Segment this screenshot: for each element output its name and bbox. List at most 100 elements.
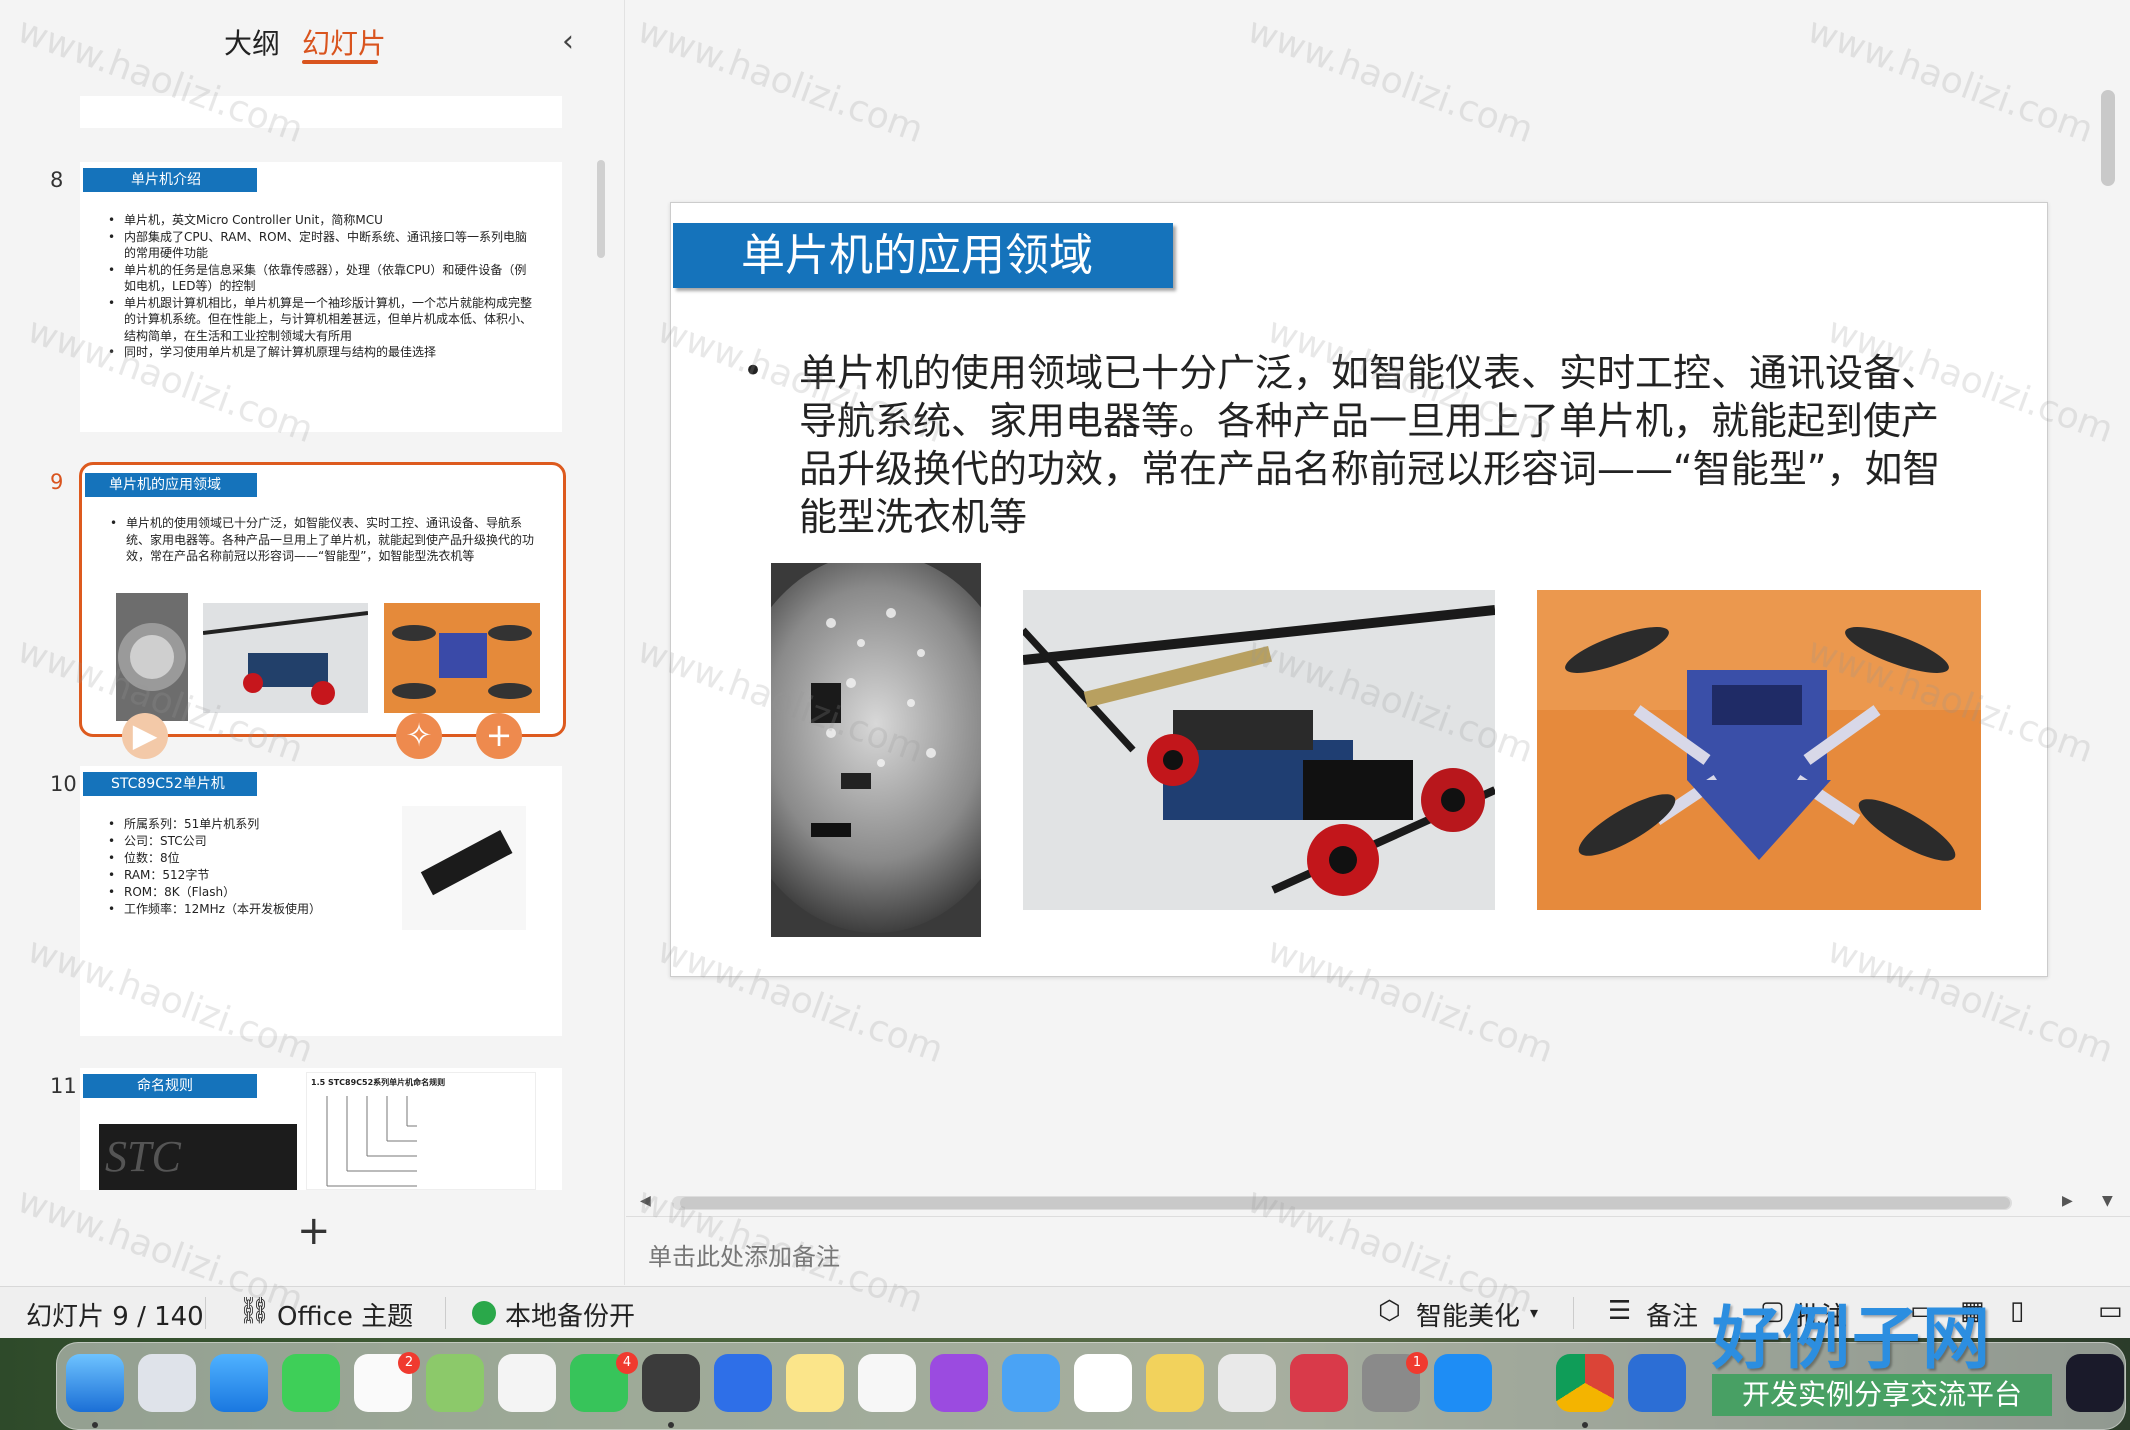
tab-slides[interactable]: 幻灯片 [302,22,386,62]
preview-icon[interactable] [642,1354,700,1412]
slide9-thumb-photo-car [203,603,368,713]
slide10-bullet: 工作频率：12MHz（本开发板使用） [106,901,366,918]
beautify-icon: ⬡ [1378,1296,1401,1326]
slide-title[interactable]: 单片机的应用领域 [741,223,1093,288]
notes-toggle-button[interactable]: 备注 [1646,1296,1698,1333]
divider [445,1297,446,1329]
add-slide-button[interactable]: + [297,1208,331,1254]
reminders-badge: 2 [398,1352,420,1374]
chevron-down-icon[interactable]: ▾ [1530,1303,1538,1322]
running-indicator [92,1422,98,1428]
slide10-bullet: 所属系列：51单片机系列 [106,816,366,833]
mail-icon[interactable] [1002,1354,1060,1412]
smart-beautify-button[interactable]: 智能美化 [1416,1296,1520,1333]
running-indicator [1582,1422,1588,1428]
launchpad-icon[interactable] [138,1354,196,1412]
slide8-bullet: 单片机的任务是信息采集（依靠传感器），处理（依靠CPU）和硬件设备（例如电机，L… [106,262,536,295]
play-slide-button[interactable]: ▶ [122,713,168,759]
running-indicator [668,1422,674,1428]
slide10-bullets: 所属系列：51单片机系列 公司：STC公司 位数：8位 RAM：512字节 RO… [106,816,366,918]
slide-canvas[interactable]: 单片机的应用领域 • 单片机的使用领域已十分广泛，如智能仪表、实时工控、通讯设备… [670,202,2048,977]
xmind-icon[interactable] [1290,1354,1348,1412]
active-tab-indicator [302,60,378,64]
slide-number-10: 10 [50,772,77,796]
bullet-marker: • [743,351,764,391]
slide11-naming-heading: 1.5 STC89C52系列单片机命名规则 [311,1078,446,1087]
slide-thumbnail-8[interactable]: 单片机介绍 单片机，英文Micro Controller Unit，简称MCU … [80,162,562,432]
scroll-right-icon[interactable]: ▶ [2062,1193,2073,1209]
slide11-title: 命名规则 [83,1074,257,1098]
safari-icon[interactable] [210,1354,268,1412]
messages-icon[interactable] [282,1354,340,1412]
slide10-chip-photo [402,806,526,930]
chrome-icon[interactable] [1556,1354,1614,1412]
slide10-bullet: 公司：STC公司 [106,833,366,850]
slide-thumbnail-9-selected[interactable]: 单片机的应用领域 单片机的使用领域已十分广泛，如智能仪表、实时工控、通讯设备、导… [79,462,566,737]
notes-icon: ☰ [1608,1296,1632,1326]
keynote-icon[interactable] [714,1354,772,1412]
slideshow-icon[interactable]: ▭ [2098,1296,2123,1326]
slide8-bullets: 单片机，英文Micro Controller Unit，简称MCU 内部集成了C… [106,212,536,361]
watermark-text: www.haolizi.com [1802,9,2099,152]
notes-pane[interactable] [626,1216,2130,1285]
slide-thumbnail-10[interactable]: STC89C52单片机 所属系列：51单片机系列 公司：STC公司 位数：8位 … [80,766,562,1036]
divider [1573,1297,1574,1329]
photos-icon[interactable] [498,1354,556,1412]
scroll-left-icon[interactable]: ◀ [640,1193,651,1209]
reading-view-icon[interactable]: ▯ [2010,1296,2024,1326]
design-wand-button[interactable]: ✧ [396,713,442,759]
slide11-chip-image: STC [99,1124,297,1190]
slide10-bullet: 位数：8位 [106,850,366,867]
notes-placeholder[interactable]: 单击此处添加备注 [648,1237,840,1272]
slide9-thumb-photo-board [116,593,188,721]
slide10-bullet: ROM：8K（Flash） [106,884,366,901]
notes-app-icon[interactable] [786,1354,844,1412]
tab-outline[interactable]: 大纲 [224,22,280,62]
numbers-icon[interactable] [1074,1354,1132,1412]
photo-smart-car[interactable] [1023,590,1495,910]
canvas-vertical-scrollbar[interactable] [2101,90,2115,186]
pages-icon[interactable] [1146,1354,1204,1412]
backup-status[interactable]: 本地备份开 [505,1296,635,1333]
ai-app-icon[interactable] [2066,1354,2124,1412]
slide-number-11: 11 [50,1074,77,1098]
brand-logo-text: 好例子网 [1712,1300,1993,1379]
theme-icon: ⛓ [238,1296,272,1326]
slide9-bullet: 单片机的使用领域已十分广泛，如智能仪表、实时工控、通讯设备、导航系统、家用电器等… [108,515,538,565]
slide8-bullet: 单片机，英文Micro Controller Unit，简称MCU [106,212,536,229]
freeform-icon[interactable] [858,1354,916,1412]
collapse-panel-icon[interactable]: ‹ [562,24,574,59]
photo-circuit-board[interactable] [771,563,981,937]
slide9-title: 单片机的应用领域 [85,473,257,497]
remote-desktop-icon[interactable] [1628,1354,1686,1412]
maps-icon[interactable] [426,1354,484,1412]
slide11-naming-diagram: 1.5 STC89C52系列单片机命名规则 [306,1072,536,1190]
slide10-bullet: RAM：512字节 [106,867,366,884]
backup-status-icon [472,1301,496,1325]
slide-title-box[interactable]: 单片机的应用领域 [673,223,1173,288]
watermark-text: www.haolizi.com [1242,9,1539,152]
panel-scrollbar[interactable] [597,160,605,258]
scroll-down-icon[interactable]: ▼ [2102,1193,2113,1209]
divider [205,1297,206,1329]
slide-thumbnail-7[interactable] [80,96,562,128]
slide-panel: 大纲 幻灯片 ‹ 8 单片机介绍 单片机，英文Micro Controller … [0,0,625,1285]
finder-icon[interactable] [66,1354,124,1412]
slide-body-text[interactable]: 单片机的使用领域已十分广泛，如智能仪表、实时工控、通讯设备、导航系统、家用电器等… [799,349,1969,541]
slide9-bullets: 单片机的使用领域已十分广泛，如智能仪表、实时工控、通讯设备、导航系统、家用电器等… [108,515,538,565]
slide8-bullet: 同时，学习使用单片机是了解计算机原理与结构的最佳选择 [106,344,536,361]
slide-thumbnail-11[interactable]: 命名规则 STC 1.5 STC89C52系列单片机命名规则 [80,1068,562,1190]
app-window: 大纲 幻灯片 ‹ 8 单片机介绍 单片机，英文Micro Controller … [0,0,2130,1430]
slide9-thumb-photo-drone [384,603,540,713]
photo-drone[interactable] [1537,590,1981,910]
app-store-icon[interactable] [1434,1354,1492,1412]
facetime-badge: 4 [616,1352,638,1374]
office-installer-icon[interactable] [1218,1354,1276,1412]
canvas-horizontal-scrollbar[interactable] [680,1197,2010,1209]
add-slide-after-button[interactable]: + [476,713,522,759]
slide8-bullet: 内部集成了CPU、RAM、ROM、定时器、中断系统、通讯接口等一系列电脑的常用硬… [106,229,536,262]
slide-counter: 幻灯片 9 / 140 [26,1302,204,1332]
slide8-bullet: 单片机跟计算机相比，单片机算是一个袖珍版计算机，一个芯片就能构成完整的计算机系统… [106,295,536,345]
theme-label[interactable]: Office 主题 [277,1296,413,1333]
podcasts-icon[interactable] [930,1354,988,1412]
